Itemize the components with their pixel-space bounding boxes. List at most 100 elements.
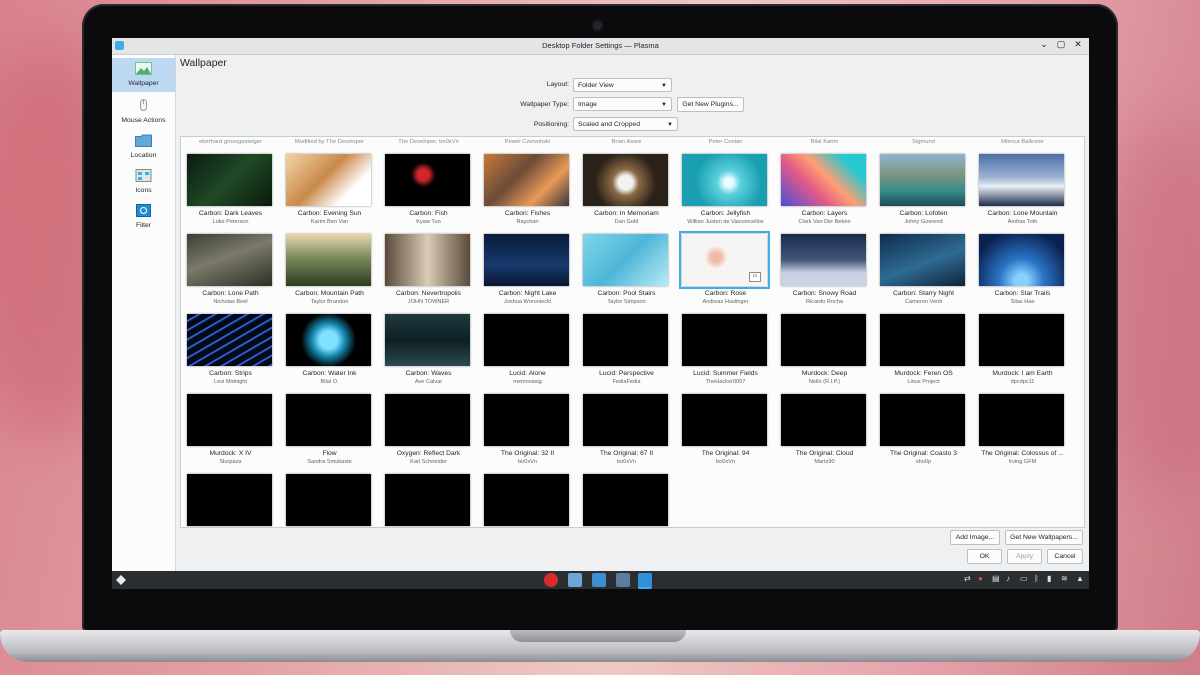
wallpaper-preview[interactable] — [385, 314, 470, 366]
wallpaper-preview[interactable] — [286, 474, 371, 526]
wallpaper-thumbnail[interactable]: The Original: Colossus of ... Irving GFM — [973, 394, 1072, 474]
wallpaper-thumbnail[interactable]: Carbon: Strips Levi Midnight — [181, 314, 280, 394]
settings-icon[interactable] — [592, 573, 606, 587]
sidebar-item-filter[interactable]: Filter — [112, 200, 175, 234]
wallpaper-thumbnail[interactable]: Murdock: X IV Slurpaza — [181, 394, 280, 474]
wallpaper-thumbnail[interactable]: Carbon: Jellyfish Willian Justen de Vasco… — [676, 154, 775, 234]
wallpaper-grid[interactable]: eberhard grossgasteiger Modified by The D… — [180, 136, 1085, 528]
wallpaper-thumbnail[interactable]: Carbon: Starry Night Cameron Venti — [874, 234, 973, 314]
wallpaper-thumbnail[interactable]: Carbon: Dark Leaves Luke Peterson — [181, 154, 280, 234]
wallpaper-preview[interactable] — [583, 474, 668, 526]
wallpaper-thumbnail[interactable]: Murdock: I am Earth dpcdpc11 — [973, 314, 1072, 394]
wallpaper-preview[interactable] — [880, 394, 965, 446]
get-new-plugins-button[interactable]: Get New Plugins... — [677, 97, 744, 112]
wallpaper-thumbnail[interactable]: The Original: 94 bo0xVn — [676, 394, 775, 474]
wallpaper-thumbnail[interactable]: Lucid: Perspective FediaFedia — [577, 314, 676, 394]
wallpaper-preview[interactable] — [583, 234, 668, 286]
wallpaper-thumbnail[interactable] — [181, 474, 280, 527]
wallpaper-preview[interactable] — [583, 154, 668, 206]
wallpaper-thumbnail[interactable]: The Original: Cloud Martz90 — [775, 394, 874, 474]
wallpaper-thumbnail[interactable]: The Original: 32 II bo0xVn — [478, 394, 577, 474]
file-manager-icon[interactable] — [568, 573, 582, 587]
wallpaper-thumbnail[interactable]: Carbon: Fish Kyaw Tun — [379, 154, 478, 234]
wallpaper-preview[interactable] — [781, 234, 866, 286]
maximize-icon[interactable]: ▢ — [1054, 39, 1068, 50]
battery-icon[interactable]: ▮ — [1047, 574, 1051, 583]
get-new-wallpapers-button[interactable]: Get New Wallpapers... — [1005, 530, 1083, 545]
desktop-settings-icon[interactable] — [638, 573, 652, 589]
wallpaper-thumbnail[interactable]: Carbon: Lone Path Nicholas Beel — [181, 234, 280, 314]
minimize-icon[interactable]: ⌄ — [1037, 39, 1051, 50]
apply-button[interactable]: Apply — [1007, 549, 1042, 564]
layout-dropdown[interactable]: Folder View ▼ — [573, 78, 672, 92]
wallpaper-thumbnail[interactable] — [280, 474, 379, 527]
wallpaper-preview[interactable] — [484, 394, 569, 446]
wallpaper-thumbnail[interactable]: The Original: 67 II bo0xVn — [577, 394, 676, 474]
wallpaper-preview[interactable] — [979, 234, 1064, 286]
wallpaper-preview[interactable] — [385, 154, 470, 206]
wallpaper-thumbnail[interactable]: ▭ Carbon: Rose Andreas Haslinger — [676, 231, 775, 314]
sidebar-item-mouse-actions[interactable]: Mouse Actions — [112, 95, 175, 129]
wallpaper-thumbnail[interactable]: Flow Sandra Smukaste — [280, 394, 379, 474]
wallpaper-preview[interactable] — [979, 314, 1064, 366]
wallpaper-preview[interactable] — [484, 314, 569, 366]
wallpaper-preview[interactable] — [187, 234, 272, 286]
wallpaper-thumbnail[interactable]: Carbon: Pool Stairs Taylor Simpson — [577, 234, 676, 314]
wallpaper-thumbnail[interactable]: Carbon: Lone Mountain Andras Toth — [973, 154, 1072, 234]
wallpaper-preview[interactable] — [385, 234, 470, 286]
wallpaper-preview[interactable] — [385, 394, 470, 446]
add-image-button[interactable]: Add Image... — [950, 530, 1000, 545]
window-titlebar[interactable]: Desktop Folder Settings — Plasma ⌄ ▢ ✕ — [112, 38, 1089, 55]
wallpaper-thumbnail[interactable] — [577, 474, 676, 527]
wallpaper-preview[interactable] — [286, 314, 371, 366]
wallpaper-preview[interactable] — [187, 394, 272, 446]
wallpaper-preview[interactable] — [187, 314, 272, 366]
wifi-icon[interactable]: ≋ — [1061, 574, 1068, 583]
open-folder-icon[interactable]: ▭ — [749, 272, 761, 282]
wallpaper-preview[interactable] — [880, 154, 965, 206]
wallpaper-thumbnail[interactable]: Oxygen: Reflect Dark Karl Schneider — [379, 394, 478, 474]
wallpaper-thumbnail[interactable] — [478, 474, 577, 527]
wallpaper-preview[interactable] — [286, 234, 371, 286]
wallpaper-thumbnail[interactable] — [379, 474, 478, 527]
wallpaper-thumbnail[interactable]: Carbon: Layers Clark Van Der Beken — [775, 154, 874, 234]
wallpaper-preview[interactable] — [583, 394, 668, 446]
sidebar-item-location[interactable]: Location — [112, 130, 175, 164]
wallpaper-thumbnail[interactable]: Murdock: Feren OS Linux Project — [874, 314, 973, 394]
wallpaper-preview[interactable] — [682, 314, 767, 366]
cancel-button[interactable]: Cancel — [1047, 549, 1083, 564]
wallpaper-thumbnail[interactable]: Carbon: Mountain Path Taylor Brandon — [280, 234, 379, 314]
wallpaper-preview[interactable] — [880, 314, 965, 366]
wallpaper-thumbnail[interactable]: Carbon: Evening Sun Karim Ben Van — [280, 154, 379, 234]
wallpaper-preview[interactable] — [682, 394, 767, 446]
wallpaper-preview[interactable] — [286, 394, 371, 446]
wallpaper-thumbnail[interactable]: Carbon: Lofoten Johny Goerend — [874, 154, 973, 234]
app-launcher-icon[interactable] — [115, 574, 127, 586]
ok-button[interactable]: OK — [967, 549, 1002, 564]
wallpaper-thumbnail[interactable]: The Original: Coasto 3 xho0p — [874, 394, 973, 474]
wallpaper-preview[interactable] — [286, 154, 371, 206]
wallpaper-preview[interactable] — [484, 234, 569, 286]
wallpaper-thumbnail[interactable]: Carbon: Night Lake Joshua Woroniecki — [478, 234, 577, 314]
wallpaper-thumbnail[interactable]: Lucid: Alone memovasig — [478, 314, 577, 394]
wallpaper-preview[interactable] — [781, 154, 866, 206]
close-icon[interactable]: ✕ — [1071, 39, 1085, 50]
wallpaper-preview[interactable] — [385, 474, 470, 526]
wallpaper-thumbnail[interactable]: Carbon: Fishes Raychan — [478, 154, 577, 234]
record-icon[interactable]: ● — [978, 574, 983, 583]
wallpaper-thumbnail[interactable]: Murdock: Deep Nello (R.I.P.) — [775, 314, 874, 394]
wallpaper-thumbnail[interactable]: Carbon: Waves Ave Calvar — [379, 314, 478, 394]
wallpaper-thumbnail[interactable]: Carbon: Star Trails Silas Hao — [973, 234, 1072, 314]
wallpaper-preview[interactable] — [187, 154, 272, 206]
wallpaper-preview[interactable] — [583, 314, 668, 366]
system-monitor-icon[interactable] — [616, 573, 630, 587]
sidebar-item-icons[interactable]: Icons — [112, 165, 175, 199]
volume-icon[interactable]: ♪ — [1006, 574, 1010, 583]
vivaldi-icon[interactable] — [544, 573, 558, 587]
wallpaper-type-dropdown[interactable]: Image ▼ — [573, 97, 672, 111]
bluetooth-icon[interactable]: ᛒ — [1034, 574, 1039, 583]
wallpaper-thumbnail[interactable]: Lucid: Summer Fields TheHacker0007 — [676, 314, 775, 394]
wallpaper-preview[interactable] — [187, 474, 272, 526]
clipboard-icon[interactable]: ▤ — [992, 574, 1000, 583]
wallpaper-preview[interactable] — [880, 234, 965, 286]
